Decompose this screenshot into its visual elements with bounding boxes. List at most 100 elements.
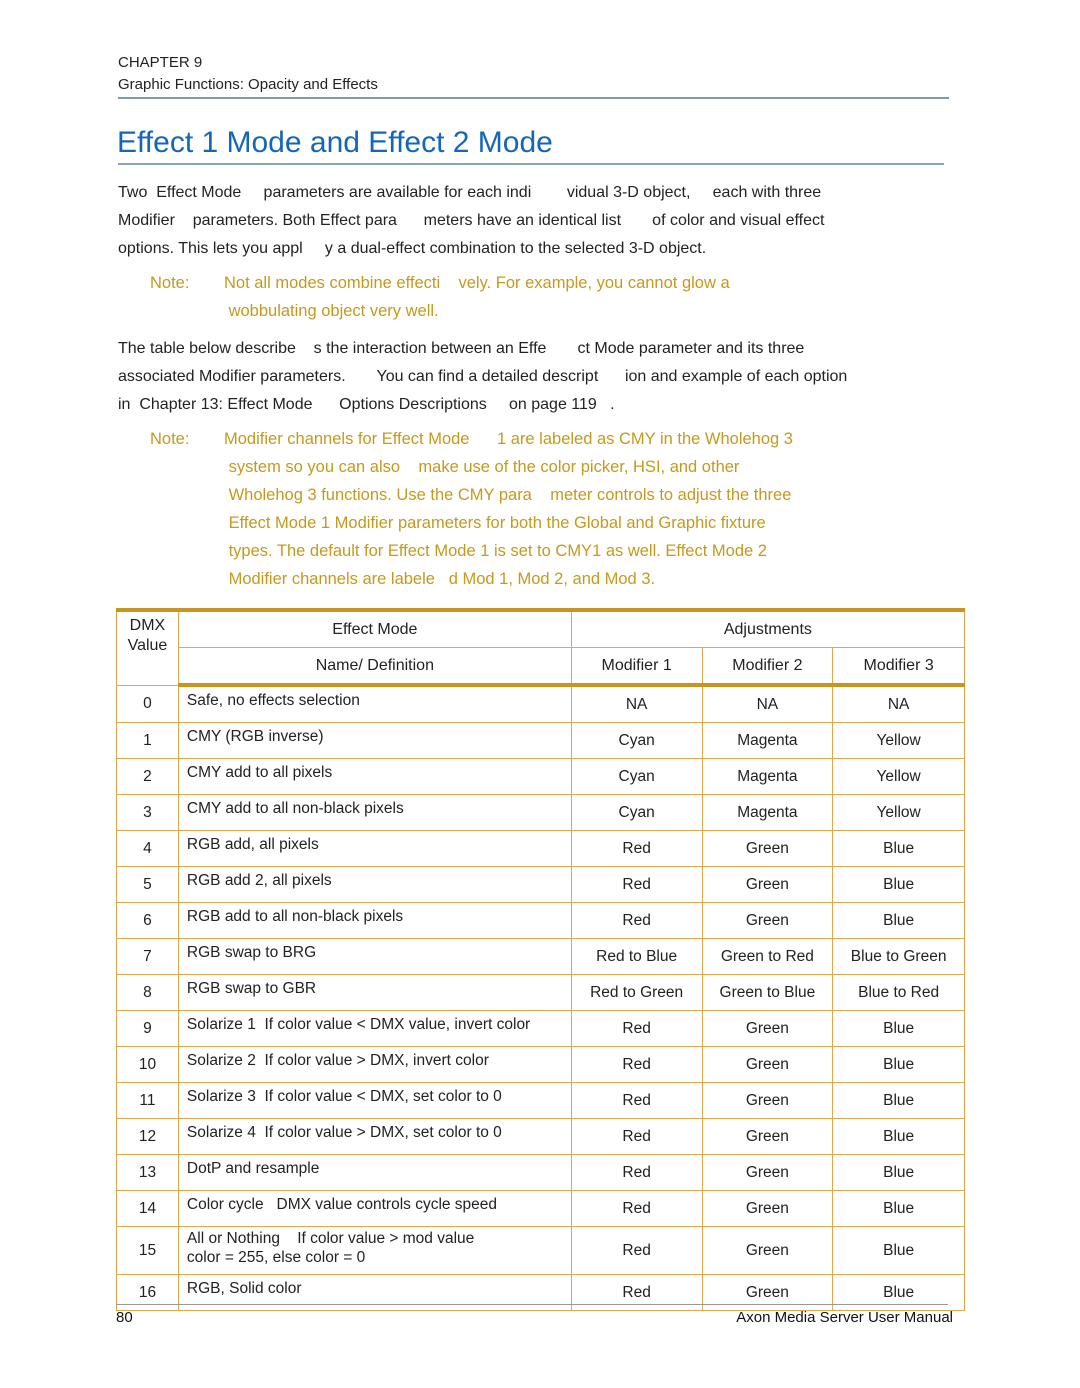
table-intro-line: The table below describe s the interacti… — [118, 340, 805, 357]
dmx-value-cell: 9 — [116, 1010, 179, 1047]
modifier1-header: Modifier 1 — [570, 647, 703, 687]
effect-name-text: Solarize 3 If color value < DMX, set col… — [186, 1088, 502, 1105]
modifier3-cell: Blue — [832, 866, 965, 903]
intro-line: Modifier parameters. Both Effect para me… — [118, 212, 825, 229]
effect-name-text-line2: color = 255, else color = 0 — [186, 1249, 366, 1266]
modifier3-cell: Blue — [832, 1082, 965, 1119]
effect-name-cell: DotP and resample — [177, 1154, 572, 1191]
effect-name-cell: Solarize 1 If color value < DMX value, i… — [177, 1010, 572, 1047]
effect-name-text: CMY add to all pixels — [186, 764, 333, 781]
table-row: 8 RGB swap to GBR Red to Green Green to Blu… — [116, 974, 965, 1011]
dmx-header-line2: Value — [127, 637, 168, 654]
effect-name-cell: CMY (RGB inverse) — [177, 722, 572, 759]
chapter-label: CHAPTER 9 — [118, 54, 203, 71]
table-row: 0 Safe, no effects selection NA NA NA — [116, 684, 965, 723]
modifier1-cell: Red — [570, 1274, 703, 1311]
modifier3-cell: Blue — [832, 902, 965, 939]
effect-name-text: RGB add, all pixels — [186, 836, 319, 853]
modifier2-cell: Green — [701, 1274, 834, 1311]
name-definition-header: Name/ Definition — [177, 647, 572, 687]
table-intro-paragraph: The table below describe s the interacti… — [118, 335, 938, 419]
table-intro-line: in Chapter 13: Effect Mode Options Descr… — [118, 396, 615, 413]
modifier2-cell: Green — [701, 1226, 834, 1275]
table-row: 1 CMY (RGB inverse) Cyan Magenta Yellow — [116, 722, 965, 759]
effect-name-text: RGB swap to GBR — [186, 980, 317, 997]
effect-name-text: RGB add to all non-black pixels — [186, 908, 404, 925]
modifier1-cell: Red — [570, 1010, 703, 1047]
effect-name-text: All or Nothing If color value > mod valu… — [186, 1230, 475, 1247]
modifier3-cell: Blue — [832, 1010, 965, 1047]
modifier2-cell: Green — [701, 1082, 834, 1119]
effect-name-cell: Solarize 2 If color value > DMX, invert … — [177, 1046, 572, 1083]
table-row: 5 RGB add 2, all pixels Red Green Blue — [116, 866, 965, 903]
table-row: 15 All or Nothing If color value > mod va… — [116, 1226, 965, 1275]
effect-name-text: CMY (RGB inverse) — [186, 728, 324, 745]
table-row: 2 CMY add to all pixels Cyan Magenta Yellow — [116, 758, 965, 795]
dmx-value-cell: 14 — [116, 1190, 179, 1227]
table-row: 7 RGB swap to BRG Red to Blue Green to Red B… — [116, 938, 965, 975]
modifier3-cell: Yellow — [832, 794, 965, 831]
modifier1-cell: Cyan — [570, 758, 703, 795]
effect-name-text: DotP and resample — [186, 1160, 320, 1177]
modifier3-cell: Blue — [832, 830, 965, 867]
dmx-value-cell: 8 — [116, 974, 179, 1011]
page-title: Effect 1 Mode and Effect 2 Mode — [117, 126, 553, 159]
modifier3-cell: Blue — [832, 1118, 965, 1155]
modifier2-cell: Green — [701, 830, 834, 867]
intro-paragraph: Two Effect Mode parameters are available… — [118, 179, 938, 263]
effect-name-text: CMY add to all non-black pixels — [186, 800, 404, 817]
modifier2-cell: Magenta — [701, 794, 834, 831]
modifier3-cell: Yellow — [832, 722, 965, 759]
dmx-value-cell: 2 — [116, 758, 179, 795]
effect-name-cell: RGB add to all non-black pixels — [177, 902, 572, 939]
modifier1-cell: Red to Blue — [570, 938, 703, 975]
adjustments-header: Adjustments — [570, 609, 966, 648]
effect-name-cell: Color cycle DMX value controls cycle spe… — [177, 1190, 572, 1227]
modifier1-cell: Red — [570, 1046, 703, 1083]
table-intro-line: associated Modifier parameters. You can … — [118, 368, 848, 385]
note-label: Note: — [150, 274, 190, 292]
effect-name-text: RGB, Solid color — [186, 1280, 302, 1297]
footer-divider — [116, 1304, 948, 1305]
title-divider — [118, 163, 944, 165]
dmx-value-cell: 7 — [116, 938, 179, 975]
dmx-value-cell: 3 — [116, 794, 179, 831]
dmx-value-cell: 13 — [116, 1154, 179, 1191]
modifier3-cell: Blue — [832, 1226, 965, 1275]
intro-line: Two Effect Mode parameters are available… — [118, 184, 822, 201]
effect-name-text: Solarize 4 If color value > DMX, set col… — [186, 1124, 502, 1141]
dmx-value-cell: 15 — [116, 1226, 179, 1275]
table-row: 6 RGB add to all non-black pixels Red Green… — [116, 902, 965, 939]
effect-name-text: Color cycle DMX value controls cycle spe… — [186, 1196, 498, 1213]
effect-name-cell: All or Nothing If color value > mod valu… — [177, 1226, 572, 1275]
modifier3-cell: NA — [832, 684, 965, 723]
modifier1-cell: Red — [570, 1190, 703, 1227]
table-row: 12 Solarize 4 If color value > DMX, set c… — [116, 1118, 965, 1155]
modifier3-cell: Yellow — [832, 758, 965, 795]
page-number: 80 — [116, 1309, 133, 1326]
modifier1-cell: Red — [570, 1082, 703, 1119]
dmx-value-cell: 1 — [116, 722, 179, 759]
note-line: wobbulating object very well. — [224, 302, 439, 320]
modifier2-cell: Green to Red — [701, 938, 834, 975]
modifier2-cell: Green — [701, 1046, 834, 1083]
intro-line: options. This lets you appl y a dual-eff… — [118, 240, 707, 257]
effect-name-cell: RGB add, all pixels — [177, 830, 572, 867]
dmx-value-cell: 11 — [116, 1082, 179, 1119]
effect-name-cell: Safe, no effects selection — [177, 684, 572, 723]
dmx-value-header: DMX Value — [116, 609, 179, 686]
modifier3-cell: Blue — [832, 1190, 965, 1227]
dmx-value-cell: 0 — [116, 684, 179, 723]
modifier3-cell: Blue to Red — [832, 974, 965, 1011]
modifier2-cell: Green — [701, 1154, 834, 1191]
table-row: 11 Solarize 3 If color value < DMX, set c… — [116, 1082, 965, 1119]
modifier2-cell: Green — [701, 902, 834, 939]
effect-name-cell: RGB, Solid color — [177, 1274, 572, 1311]
modifier3-cell: Blue — [832, 1046, 965, 1083]
modifier1-cell: Red — [570, 1154, 703, 1191]
modifier1-cell: Cyan — [570, 722, 703, 759]
modifier2-cell: Green — [701, 866, 834, 903]
table-row: 10 Solarize 2 If color value > DMX, inver… — [116, 1046, 965, 1083]
note-line: types. The default for Effect Mode 1 is … — [224, 542, 767, 560]
effect-mode-table: DMX Value Effect Mode Adjustments Name/ … — [116, 608, 966, 1311]
